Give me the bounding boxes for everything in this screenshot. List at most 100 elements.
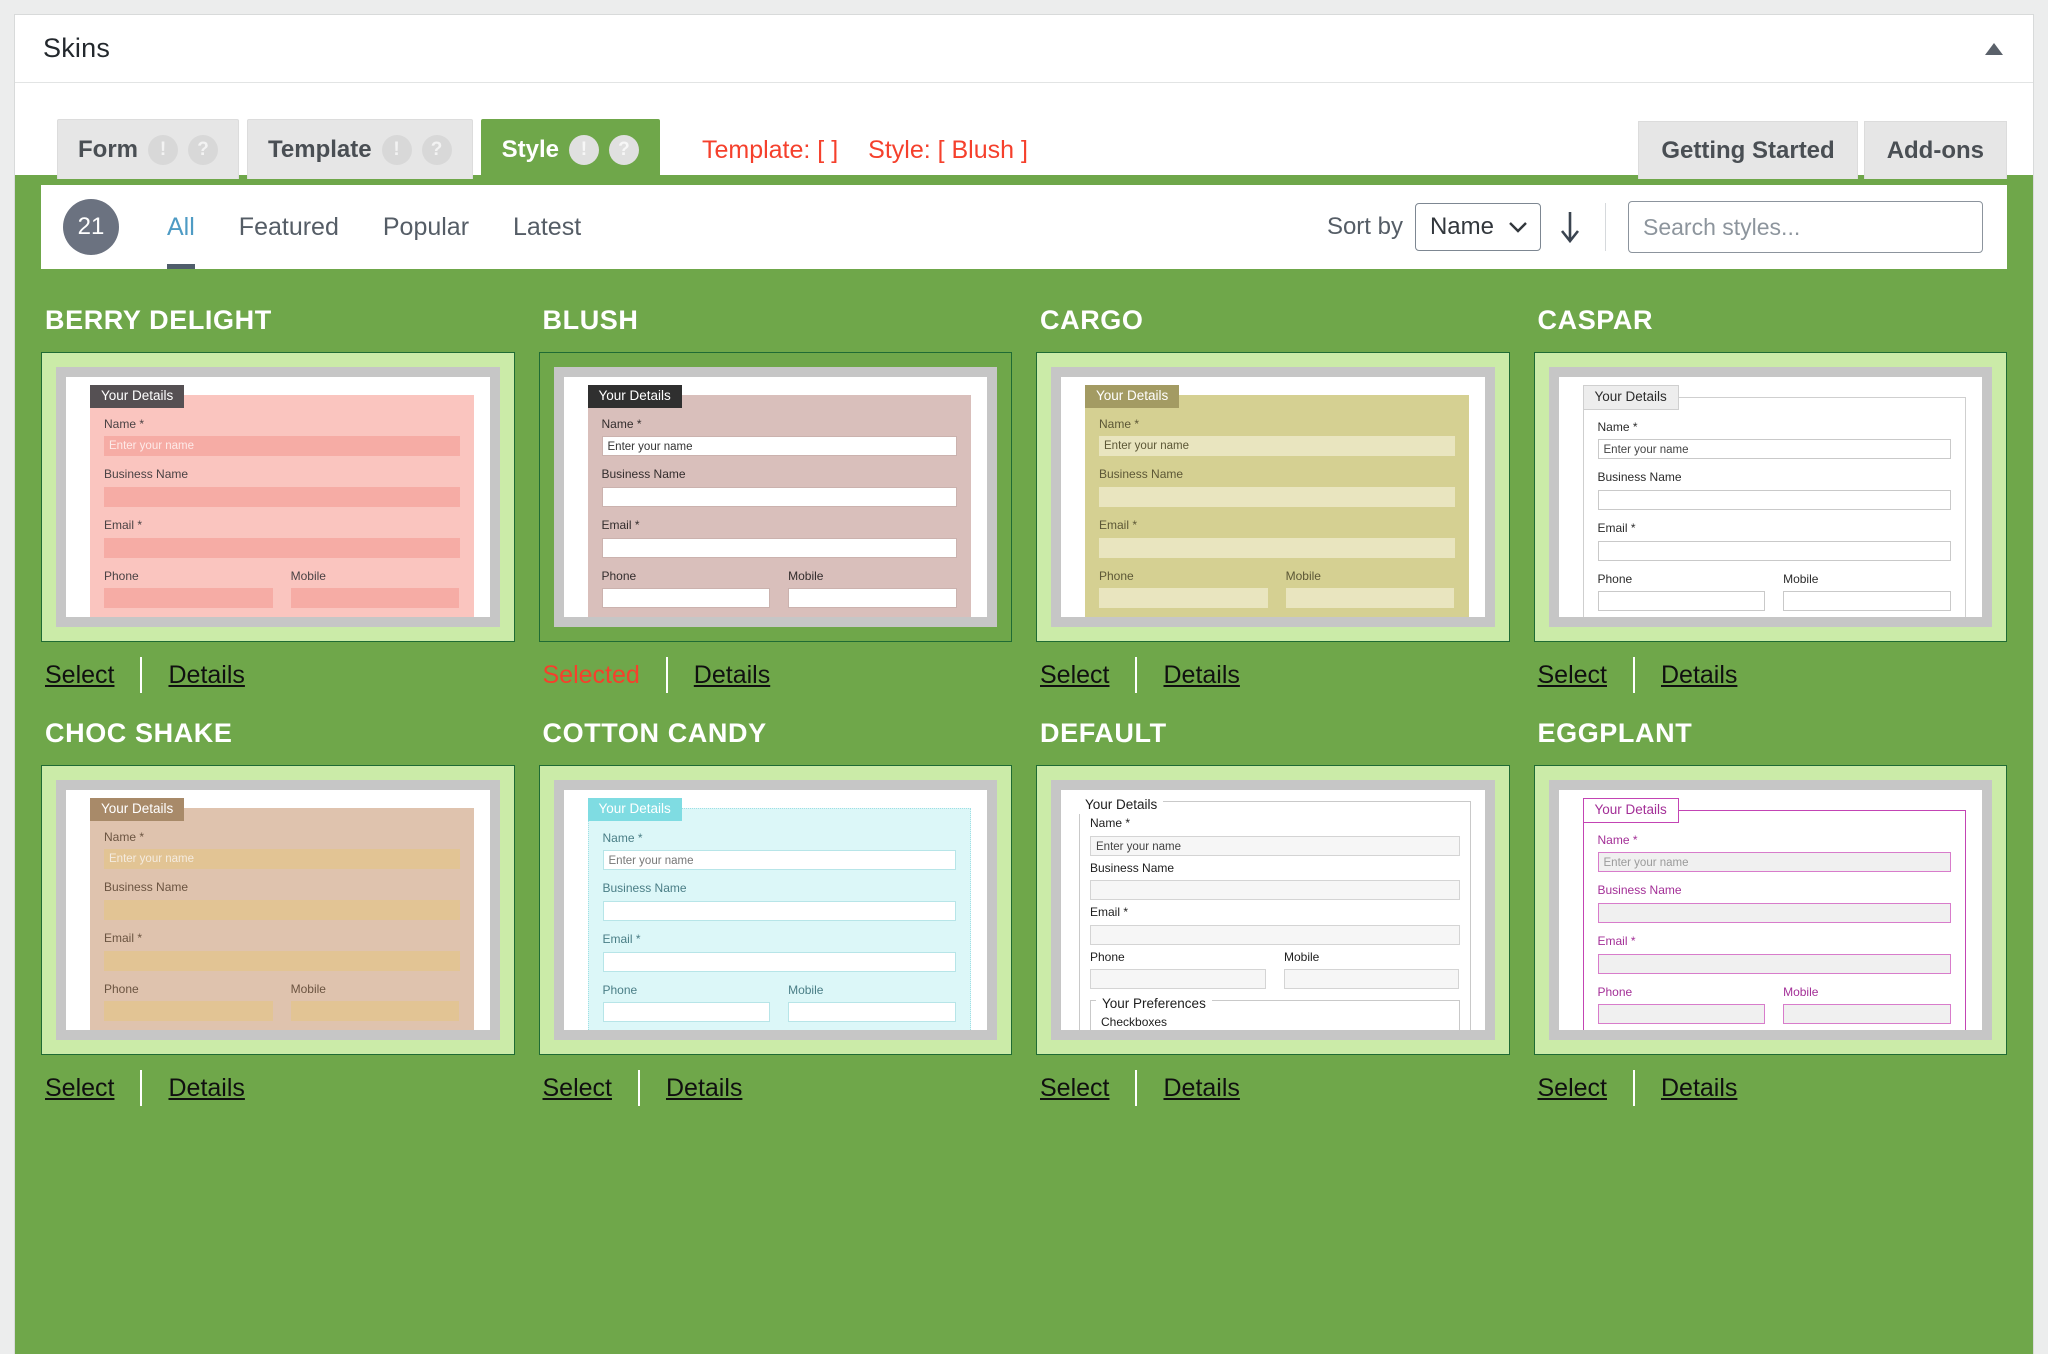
skin-thumbnail-frame[interactable]: Your Details Name * Enter your name Busi…: [1533, 352, 2007, 642]
form-preview: Your Details Name * Enter your name Busi…: [1061, 377, 1485, 617]
tab-style[interactable]: Style ! ?: [480, 119, 660, 179]
phone-mobile-row: Phone Mobile: [1597, 572, 1952, 617]
phone-label: Phone: [1597, 984, 1633, 999]
sort-by-select[interactable]: Name: [1414, 203, 1541, 251]
details-link[interactable]: Details: [1661, 1074, 1737, 1103]
skin-thumbnail-frame[interactable]: Your Details Name * Enter your name Busi…: [41, 765, 515, 1055]
alert-icon[interactable]: !: [148, 134, 178, 165]
select-link[interactable]: Select: [45, 1074, 114, 1103]
business-label: Business Name: [1597, 883, 1682, 898]
name-label: Name *: [1099, 416, 1140, 431]
filter-tab-all[interactable]: All: [145, 185, 217, 269]
filter-tab-latest[interactable]: Latest: [491, 185, 603, 269]
details-link[interactable]: Details: [694, 661, 770, 690]
alert-icon[interactable]: !: [568, 134, 599, 165]
skin-thumbnail-page: Your Details Name * Enter your name Busi…: [563, 790, 987, 1030]
business-input: [104, 900, 460, 921]
name-label: Name *: [1597, 832, 1638, 847]
details-legend: Your Details: [587, 798, 682, 821]
skin-thumbnail-matte: Your Details Name * Enter your name Busi…: [56, 780, 500, 1040]
details-fieldset: Name * Enter your name Business Name Ema…: [587, 807, 971, 1030]
email-input: [1597, 953, 1951, 974]
chevron-down-icon: [1508, 213, 1528, 241]
tab-form[interactable]: Form ! ?: [57, 119, 239, 179]
phone-input: [1090, 969, 1266, 990]
skin-card-actions: Select Details: [539, 1055, 1013, 1121]
email-label: Email *: [1597, 521, 1636, 536]
details-link[interactable]: Details: [1163, 1074, 1239, 1103]
skin-thumbnail-frame[interactable]: Your Details Name * Enter your name Busi…: [1036, 765, 1510, 1055]
phone-label: Phone: [104, 981, 139, 996]
search-input[interactable]: [1628, 201, 1983, 253]
select-link[interactable]: Select: [45, 661, 114, 690]
help-icon[interactable]: ?: [421, 134, 452, 165]
select-link[interactable]: Select: [1538, 661, 1607, 690]
tab-template-label: Template: [268, 135, 372, 163]
skin-thumbnail-page: Your Details Name * Enter your name Busi…: [1061, 790, 1485, 1030]
phone-input: [1597, 1004, 1766, 1025]
details-legend: Your Details: [1085, 385, 1180, 408]
form-preview: Your Details Name * Enter your name Busi…: [66, 377, 490, 617]
name-input: Enter your name: [104, 849, 460, 870]
details-legend: Your Details: [587, 385, 682, 408]
getting-started-button[interactable]: Getting Started: [1638, 121, 1858, 179]
skin-card-actions: Select Details: [41, 642, 515, 708]
phone-label: Phone: [1099, 568, 1134, 583]
details-link[interactable]: Details: [168, 1074, 244, 1103]
select-link[interactable]: Select: [1538, 1074, 1607, 1103]
skin-thumbnail-matte: Your Details Name * Enter your name Busi…: [1548, 780, 1992, 1040]
email-input: [602, 951, 956, 972]
mobile-input: [788, 588, 957, 609]
form-preview: Your Details Name * Enter your name Busi…: [1061, 790, 1485, 1030]
help-icon[interactable]: ?: [188, 134, 218, 165]
select-link[interactable]: Select: [1040, 1074, 1109, 1103]
skin-thumbnail-frame[interactable]: Your Details Name * Enter your name Busi…: [1533, 765, 2007, 1055]
name-label: Name *: [104, 416, 145, 431]
business-input: [1597, 903, 1951, 924]
phone-input: [602, 1002, 771, 1023]
details-legend: Your Details: [90, 798, 185, 821]
details-link[interactable]: Details: [1661, 661, 1737, 690]
mobile-label: Mobile: [788, 568, 824, 583]
add-ons-button[interactable]: Add-ons: [1863, 121, 2007, 179]
tab-style-label: Style: [501, 135, 559, 163]
skin-thumbnail-page: Your Details Name * Enter your name Busi…: [66, 377, 490, 617]
filter-tab-featured[interactable]: Featured: [217, 185, 361, 269]
business-input: [1597, 490, 1951, 511]
preferences-legend: Your Preferences: [1096, 996, 1212, 1014]
mobile-label: Mobile: [788, 982, 824, 997]
mobile-input: [1285, 588, 1455, 609]
select-link[interactable]: Select: [543, 1074, 612, 1103]
email-input: [1597, 540, 1951, 561]
current-style-label: Style: [ Blush ]: [868, 136, 1028, 164]
sort-direction-button[interactable]: [1547, 203, 1593, 251]
skin-card-cargo: CARGO Your Details Name * Enter your nam…: [1036, 305, 1510, 718]
filter-tab-popular[interactable]: Popular: [361, 185, 491, 269]
skin-thumbnail-page: Your Details Name * Enter your name Busi…: [66, 790, 490, 1030]
details-link[interactable]: Details: [168, 661, 244, 690]
checkboxes-label: Checkboxes: [1101, 1015, 1168, 1030]
alert-icon[interactable]: !: [381, 134, 412, 165]
skin-thumbnail-frame[interactable]: Your Details Name * Enter your name Busi…: [538, 765, 1012, 1055]
skin-thumbnail-frame[interactable]: Your Details Name * Enter your name Busi…: [41, 352, 515, 642]
filterbar-divider: [1605, 203, 1606, 251]
skin-card-blush: BLUSH Your Details Name * Enter your nam…: [538, 305, 1012, 718]
triangle-up-icon[interactable]: [1981, 36, 2007, 62]
details-link[interactable]: Details: [666, 1074, 742, 1103]
details-legend: Your Details: [90, 385, 185, 408]
phone-label: Phone: [602, 982, 638, 997]
help-icon[interactable]: ?: [608, 134, 639, 165]
business-label: Business Name: [602, 881, 687, 896]
skin-thumbnail-frame[interactable]: Your Details Name * Enter your name Busi…: [538, 352, 1012, 642]
skin-thumbnail-frame[interactable]: Your Details Name * Enter your name Busi…: [1036, 352, 1510, 642]
details-link[interactable]: Details: [1163, 661, 1239, 690]
select-link[interactable]: Select: [1040, 661, 1109, 690]
details-fieldset: Name * Enter your name Business Name Ema…: [1582, 809, 1966, 1030]
skin-thumbnail-page: Your Details Name * Enter your name Busi…: [1558, 377, 1982, 617]
skin-thumbnail-page: Your Details Name * Enter your name Busi…: [1061, 377, 1485, 617]
tab-template[interactable]: Template ! ?: [247, 119, 473, 179]
skin-title: BERRY DELIGHT: [45, 305, 272, 335]
mobile-input: [290, 1001, 460, 1022]
sort-by-label: Sort by: [1326, 213, 1403, 240]
details-legend: Your Details: [1582, 385, 1679, 410]
